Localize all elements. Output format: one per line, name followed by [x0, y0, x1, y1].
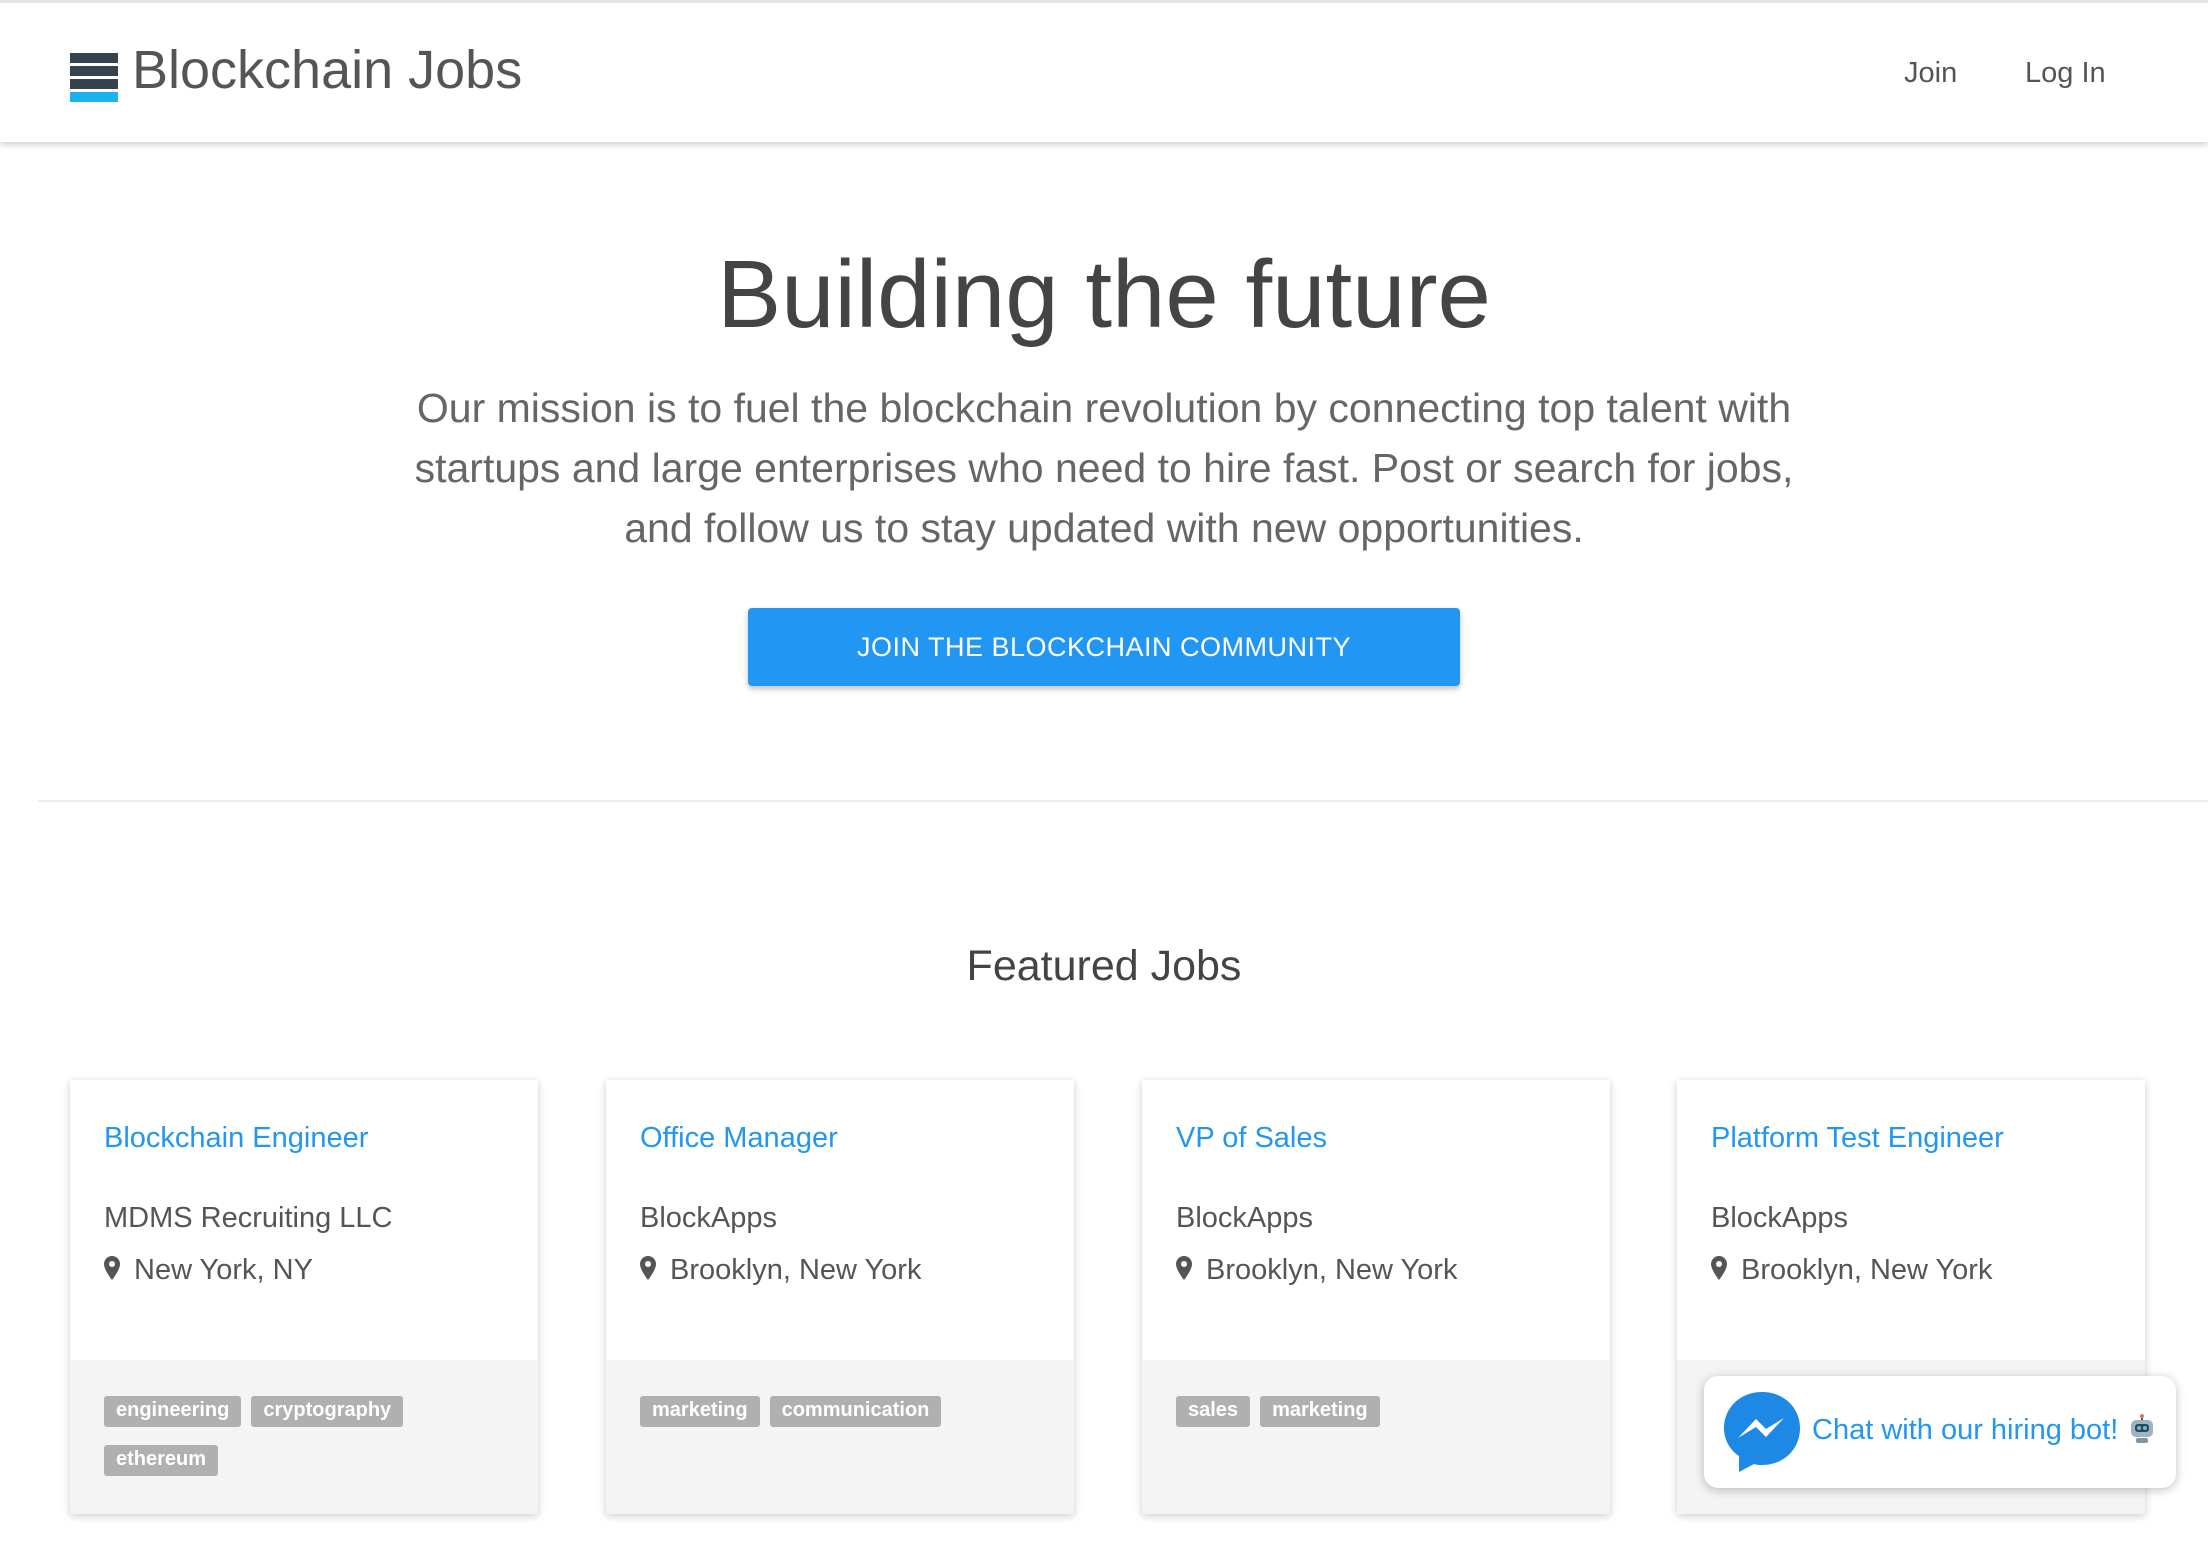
join-link[interactable]: Join: [1904, 57, 1957, 90]
job-location: Brooklyn, New York: [1711, 1254, 1992, 1287]
job-title-link[interactable]: Office Manager: [640, 1122, 838, 1155]
job-title-link[interactable]: VP of Sales: [1176, 1122, 1327, 1155]
company-name: BlockApps: [1711, 1202, 1849, 1234]
job-location: New York, NY: [104, 1254, 313, 1287]
job-tag[interactable]: ethereum: [104, 1445, 219, 1476]
job-card[interactable]: VP of Sales BlockApps Brooklyn, New York sa…: [1142, 1080, 1610, 1514]
job-tags: marketing communication: [606, 1360, 1074, 1514]
job-card[interactable]: Blockchain Engineer MDMS Recruiting LLC Ne…: [70, 1080, 538, 1514]
job-tag[interactable]: communication: [769, 1396, 942, 1427]
job-tag[interactable]: sales: [1176, 1396, 1251, 1427]
job-location-text: Brooklyn, New York: [670, 1254, 922, 1286]
company-name: MDMS Recruiting LLC: [104, 1202, 393, 1234]
job-location-text: Brooklyn, New York: [1206, 1254, 1458, 1286]
job-location-text: New York, NY: [134, 1254, 313, 1286]
robot-icon: [2131, 1414, 2153, 1443]
job-card[interactable]: Office Manager BlockApps Brooklyn, New Yor…: [606, 1080, 1074, 1514]
job-location: Brooklyn, New York: [1176, 1254, 1457, 1287]
location-pin-icon: [104, 1256, 120, 1281]
chat-bot-widget[interactable]: Chat with our hiring bot!: [1704, 1376, 2176, 1488]
job-title-link[interactable]: Blockchain Engineer: [104, 1122, 368, 1155]
featured-jobs-title: Featured Jobs: [966, 942, 1242, 990]
job-tag[interactable]: marketing: [1260, 1396, 1380, 1427]
hero-description: Our mission is to fuel the blockchain re…: [414, 385, 1794, 551]
location-pin-icon: [640, 1256, 656, 1281]
job-location-text: Brooklyn, New York: [1741, 1254, 1993, 1286]
job-tag[interactable]: marketing: [640, 1396, 760, 1427]
job-tags: engineering cryptography ethereum: [70, 1360, 538, 1514]
join-community-button[interactable]: JOIN THE BLOCKCHAIN COMMUNITY: [748, 608, 1460, 686]
job-tags: sales marketing: [1142, 1360, 1610, 1514]
logo-icon[interactable]: [70, 53, 118, 102]
login-link[interactable]: Log In: [2025, 57, 2106, 90]
job-tag[interactable]: engineering: [104, 1396, 242, 1427]
chat-bot-label: Chat with our hiring bot!: [1812, 1414, 2119, 1446]
location-pin-icon: [1711, 1256, 1727, 1281]
hero-title: Building the future: [717, 241, 1491, 348]
top-navbar: Blockchain Jobs Join Log In: [0, 0, 2208, 142]
section-divider: [38, 800, 2208, 802]
messenger-icon: [1724, 1392, 1800, 1472]
location-pin-icon: [1176, 1256, 1192, 1281]
job-tag[interactable]: cryptography: [251, 1396, 404, 1427]
company-name: BlockApps: [640, 1202, 778, 1234]
company-name: BlockApps: [1176, 1202, 1314, 1234]
brand-title[interactable]: Blockchain Jobs: [132, 39, 522, 101]
job-location: Brooklyn, New York: [640, 1254, 921, 1287]
job-title-link[interactable]: Platform Test Engineer: [1711, 1122, 2004, 1155]
